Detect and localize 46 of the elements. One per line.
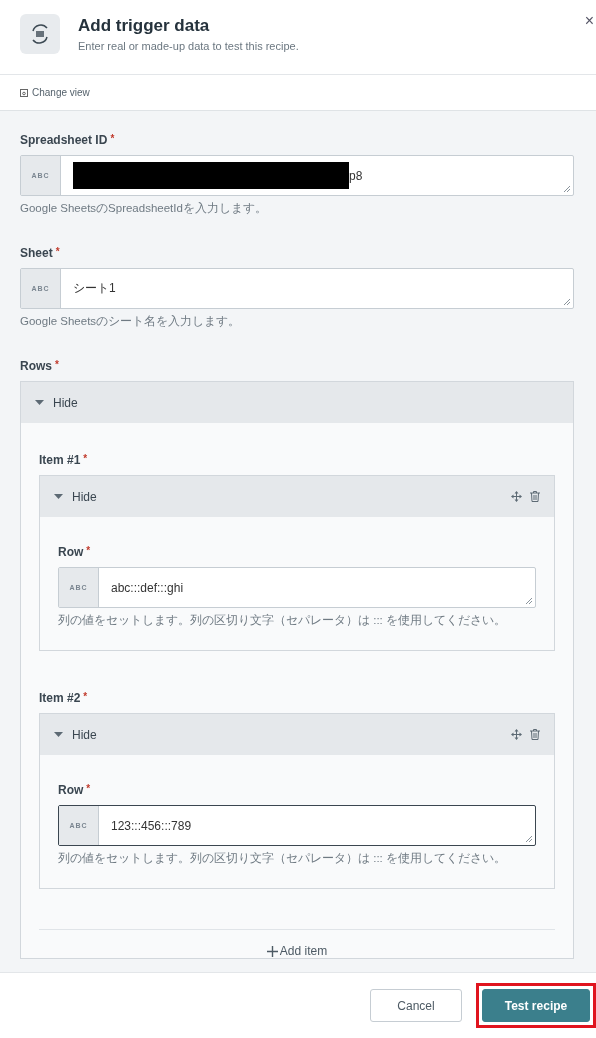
trigger-icon xyxy=(20,14,60,54)
item-label: Item #2 xyxy=(39,691,81,705)
field-hint: Google SheetsのSpreadsheetIdを入力します。 xyxy=(20,201,268,216)
trash-icon[interactable] xyxy=(530,491,540,502)
field-hint: Google Sheetsのシート名を入力します。 xyxy=(20,314,242,329)
field-hint: 列の値をセットします。列の区切り文字（セパレータ）は ::: を使用してください。 xyxy=(58,851,507,866)
caret-down-icon xyxy=(54,732,63,737)
change-view-button[interactable]: Change view xyxy=(20,87,90,98)
field-label: Spreadsheet ID xyxy=(20,133,108,147)
add-item-button[interactable]: Add item xyxy=(266,944,328,958)
test-recipe-button[interactable]: Test recipe xyxy=(482,989,590,1022)
move-icon[interactable] xyxy=(511,491,522,502)
plus-icon xyxy=(266,945,278,957)
hide-toggle[interactable]: Hide xyxy=(35,395,78,410)
dialog-subtitle: Enter real or made-up data to test this recipe. xyxy=(78,40,299,52)
trash-icon[interactable] xyxy=(530,729,540,740)
resize-handle-icon[interactable] xyxy=(525,835,533,843)
field-value: 123:::456:::789 xyxy=(111,818,192,833)
field-hint: 列の値をセットします。列の区切り文字（セパレータ）は ::: を使用してください。 xyxy=(58,613,507,628)
field-label: Row xyxy=(58,545,84,559)
cancel-button[interactable]: Cancel xyxy=(370,989,462,1022)
resize-handle-icon[interactable] xyxy=(563,298,571,306)
field-label: Sheet xyxy=(20,246,53,260)
view-icon xyxy=(20,88,28,97)
field-label: Row xyxy=(58,783,84,797)
field-label: Rows xyxy=(20,359,52,373)
required-mark: * xyxy=(86,545,91,558)
caret-down-icon xyxy=(35,400,44,405)
close-button[interactable]: × xyxy=(582,12,596,30)
item-label: Item #1 xyxy=(39,453,81,467)
required-mark: * xyxy=(83,453,88,466)
required-mark: * xyxy=(86,783,91,796)
move-icon[interactable] xyxy=(511,729,522,740)
field-value: p8 xyxy=(349,168,363,183)
caret-down-icon xyxy=(54,494,63,499)
resize-handle-icon[interactable] xyxy=(563,185,571,193)
resize-handle-icon[interactable] xyxy=(525,597,533,605)
required-mark: * xyxy=(55,359,59,372)
required-mark: * xyxy=(83,691,88,704)
required-mark: * xyxy=(110,133,115,146)
field-value: abc:::def:::ghi xyxy=(111,580,184,595)
hide-toggle[interactable]: Hide xyxy=(54,489,97,504)
field-value: シート1 xyxy=(73,280,116,297)
required-mark: * xyxy=(55,246,60,259)
hide-toggle[interactable]: Hide xyxy=(54,727,97,742)
dialog-title: Add trigger data xyxy=(78,16,211,36)
